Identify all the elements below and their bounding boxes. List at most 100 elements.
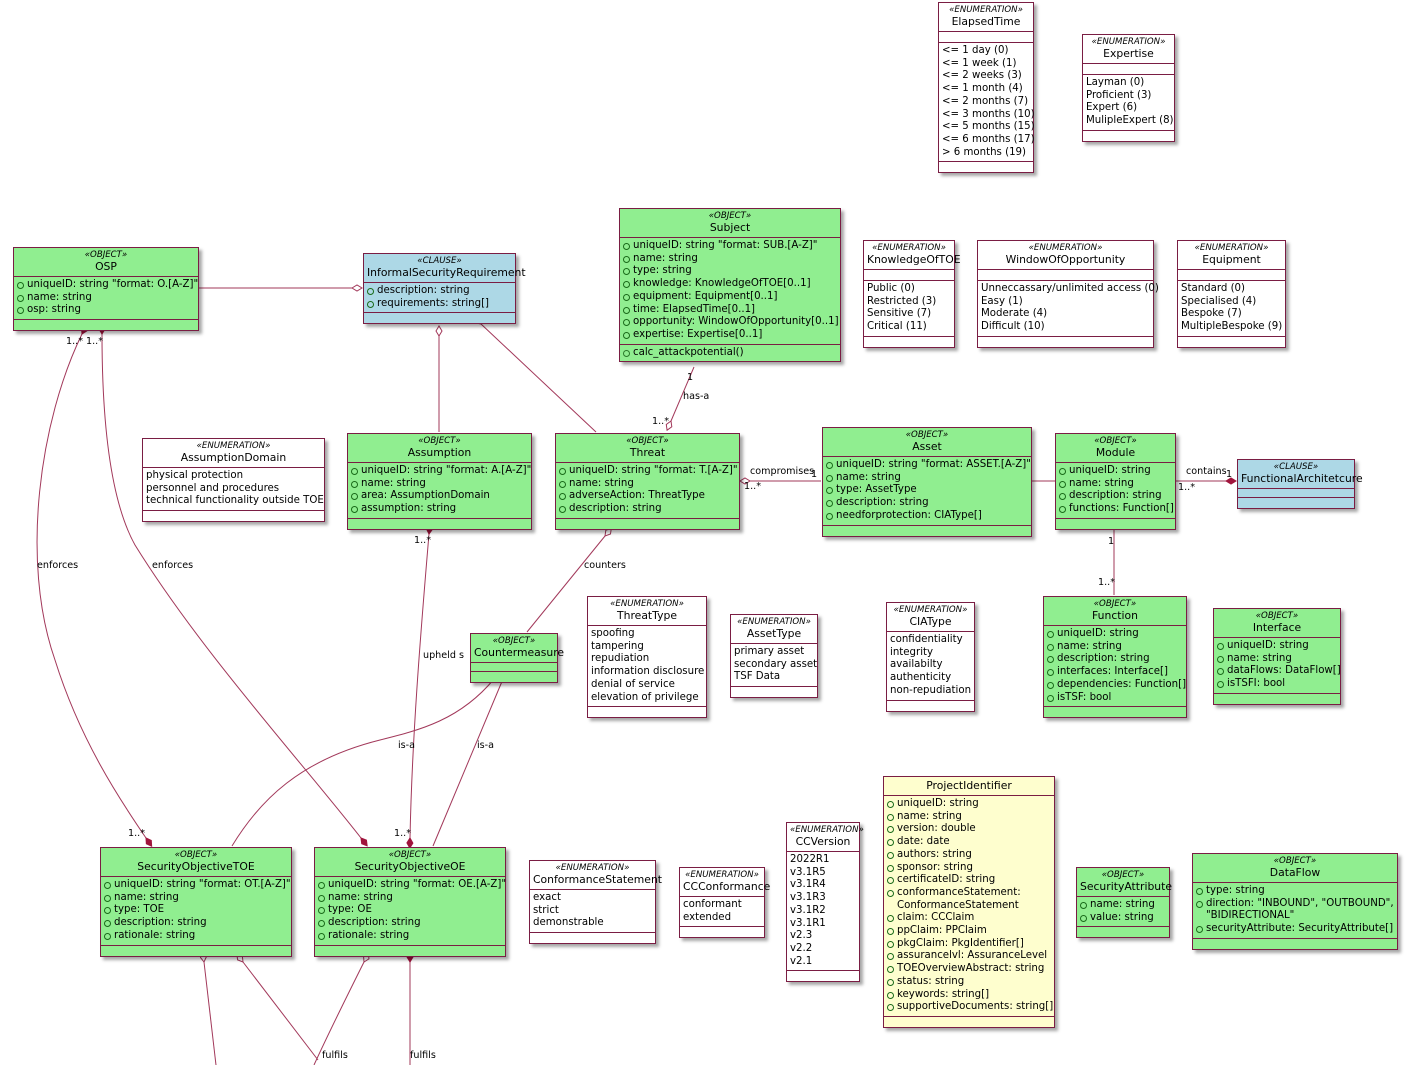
class-security-attribute[interactable]: «OBJECT» SecurityAttribute name: string val…	[1076, 867, 1172, 939]
enum-value[interactable]: non-repudiation	[890, 685, 971, 698]
class-attribute[interactable]: name: string	[1080, 899, 1166, 912]
enum-value[interactable]: primary asset	[734, 646, 814, 659]
class-attribute[interactable]: name: string	[318, 892, 502, 905]
enum-value[interactable]: Proficient (3)	[1086, 90, 1171, 103]
enum-value[interactable]: MulipleExpert (8)	[1086, 115, 1174, 128]
enum-value[interactable]: v3.1R2	[790, 905, 856, 918]
enum-value[interactable]: > 6 months (19)	[942, 147, 1030, 160]
class-attribute[interactable]: uniqueID: string	[1047, 628, 1183, 641]
enum-value[interactable]: integrity	[890, 647, 971, 660]
class-attribute[interactable]: time: ElapsedTime[0..1]	[623, 304, 837, 317]
class-attribute[interactable]: isTSFI: bool	[1217, 678, 1337, 691]
enum-value[interactable]: strict	[533, 905, 652, 918]
enum-value[interactable]: confidentiality	[890, 634, 971, 647]
class-attribute[interactable]: uniqueID: string "format: OT.[A-Z]"	[104, 879, 291, 892]
enum-value[interactable]: MultipleBespoke (9)	[1181, 321, 1282, 334]
enum-value[interactable]: extended	[683, 912, 761, 925]
class-attribute[interactable]: description: string	[367, 285, 512, 298]
class-attribute[interactable]: knowledge: KnowledgeOfTOE[0..1]	[623, 278, 837, 291]
class-attribute[interactable]: description: string	[104, 917, 288, 930]
class-attribute[interactable]: uniqueID: string	[887, 798, 1051, 811]
class-data-flow[interactable]: «OBJECT» DataFlow type: string direction: "…	[1192, 853, 1398, 950]
class-attribute[interactable]: description: string	[826, 497, 1028, 510]
enum-value[interactable]: physical protection	[146, 470, 321, 483]
class-function[interactable]: «OBJECT» Function uniqueID: string name: st…	[1043, 596, 1187, 719]
class-attribute[interactable]: rationale: string	[318, 930, 502, 943]
enum-value[interactable]: TSF Data	[734, 671, 814, 684]
enum-value[interactable]: Specialised (4)	[1181, 296, 1282, 309]
enum-value[interactable]: Restricted (3)	[867, 296, 951, 309]
class-subject[interactable]: «OBJECT» Subject uniqueID: string "format:…	[619, 208, 841, 363]
enum-value[interactable]: secondary asset	[734, 659, 817, 672]
enum-value[interactable]: conformant	[683, 899, 761, 912]
enum-value[interactable]: v2.2	[790, 943, 856, 956]
class-attribute[interactable]: uniqueID: string "format: O.[A-Z]"	[17, 279, 198, 292]
class-attribute[interactable]: expertise: Expertise[0..1]	[623, 329, 837, 342]
enum-value[interactable]: exact	[533, 892, 652, 905]
enum-value[interactable]: Easy (1)	[981, 296, 1150, 309]
class-attribute[interactable]: assurancelvl: AssuranceLevel	[887, 950, 1051, 963]
class-attribute[interactable]: interfaces: Interface[]	[1047, 666, 1183, 679]
class-threat-type[interactable]: «ENUMERATION» ThreatType spoofing tampering…	[587, 596, 707, 719]
class-attribute[interactable]: name: string	[1059, 478, 1172, 491]
enum-value[interactable]: <= 2 weeks (3)	[942, 70, 1030, 83]
class-threat[interactable]: «OBJECT» Threat uniqueID: string "format: …	[555, 433, 740, 530]
class-project-identifier[interactable]: ProjectIdentifier uniqueID: string name: s…	[883, 776, 1055, 1028]
enum-value[interactable]: availabilty	[890, 659, 971, 672]
class-attribute[interactable]: isTSF: bool	[1047, 692, 1183, 705]
enum-value[interactable]: v2.3	[790, 930, 856, 943]
class-attribute[interactable]: needforprotection: CIAType[]	[826, 510, 1028, 523]
class-elapsed-time[interactable]: «ENUMERATION» ElapsedTime <= 1 day (0) <= 1…	[938, 2, 1035, 174]
enum-value[interactable]: authenticity	[890, 672, 971, 685]
class-attribute[interactable]: type: TOE	[104, 904, 288, 917]
class-attribute[interactable]: dataFlows: DataFlow[]	[1217, 665, 1341, 678]
class-attribute[interactable]: certificateID: string	[887, 874, 1051, 887]
enum-value[interactable]: v2.1	[790, 956, 856, 969]
enum-value[interactable]: <= 6 months (17)	[942, 134, 1035, 147]
class-conformance-statement[interactable]: «ENUMERATION» ConformanceStatement exact st…	[529, 860, 662, 945]
class-equipment[interactable]: «ENUMERATION» Equipment Standard (0) Specia…	[1177, 240, 1286, 348]
enum-value[interactable]: v3.1R1	[790, 918, 856, 931]
enum-value[interactable]: Unneccassary/unlimited access (0)	[981, 283, 1159, 296]
enum-value[interactable]: demonstrable	[533, 917, 652, 930]
class-attribute[interactable]: supportiveDocuments: string[]	[887, 1001, 1053, 1014]
class-attribute[interactable]: description: string	[318, 917, 502, 930]
class-attribute[interactable]: adverseAction: ThreatType	[559, 490, 736, 503]
class-attribute[interactable]: type: string	[1196, 885, 1394, 898]
enum-value[interactable]: v3.1R4	[790, 879, 856, 892]
class-knowledge-of-toe[interactable]: «ENUMERATION» KnowledgeOfTOE Public (0) Res…	[863, 240, 961, 348]
class-attribute[interactable]: version: double	[887, 823, 1051, 836]
class-attribute[interactable]: type: OE	[318, 904, 502, 917]
enum-value[interactable]: <= 5 months (15)	[942, 121, 1035, 134]
class-attribute[interactable]: description: string	[1059, 490, 1172, 503]
class-security-objective-toe[interactable]: «OBJECT» SecurityObjectiveTOE uniqueID: st…	[100, 847, 292, 957]
class-attribute[interactable]: type: AssetType	[826, 484, 1028, 497]
enum-value[interactable]: Moderate (4)	[981, 308, 1150, 321]
class-attribute[interactable]: securityAttribute: SecurityAttribute[]	[1196, 923, 1394, 936]
class-attribute[interactable]: sponsor: string	[887, 862, 1051, 875]
class-attribute[interactable]: direction: "INBOUND", "OUTBOUND", "BIDIR…	[1196, 898, 1394, 923]
enum-value[interactable]: Expert (6)	[1086, 102, 1171, 115]
class-attribute[interactable]: uniqueID: string	[1059, 465, 1172, 478]
class-attribute[interactable]: uniqueID: string	[1217, 640, 1337, 653]
class-attribute[interactable]: name: string	[623, 253, 837, 266]
class-method[interactable]: calc_attackpotential()	[623, 347, 837, 360]
class-attribute[interactable]: pkgClaim: PkgIdentifier[]	[887, 938, 1051, 951]
class-attribute[interactable]: name: string	[559, 478, 736, 491]
enum-value[interactable]: technical functionality outside TOE	[146, 495, 324, 508]
class-countermeasure[interactable]: «OBJECT» Countermeasure	[470, 633, 564, 683]
enum-value[interactable]: Sensitive (7)	[867, 308, 951, 321]
class-attribute[interactable]: area: AssumptionDomain	[351, 490, 528, 503]
class-cc-version[interactable]: «ENUMERATION» CCVersion 2022R1 v3.1R5 v3.1R4…	[786, 822, 864, 983]
class-attribute[interactable]: name: string	[826, 472, 1028, 485]
class-security-objective-oe[interactable]: «OBJECT» SecurityObjectiveOE uniqueID: str…	[314, 847, 506, 957]
class-functional-architecture[interactable]: «CLAUSE» FunctionalArchitetcure	[1237, 459, 1363, 509]
enum-value[interactable]: elevation of privilege	[591, 692, 703, 705]
enum-value[interactable]: <= 3 months (10)	[942, 109, 1035, 122]
class-attribute[interactable]: uniqueID: string "format: OE.[A-Z]"	[318, 879, 506, 892]
enum-value[interactable]: 2022R1	[790, 854, 856, 867]
enum-value[interactable]: <= 1 week (1)	[942, 58, 1030, 71]
class-osp[interactable]: «OBJECT» OSP uniqueID: string "format: O.[…	[13, 247, 199, 332]
class-attribute[interactable]: name: string	[104, 892, 288, 905]
class-attribute[interactable]: name: string	[1217, 653, 1337, 666]
